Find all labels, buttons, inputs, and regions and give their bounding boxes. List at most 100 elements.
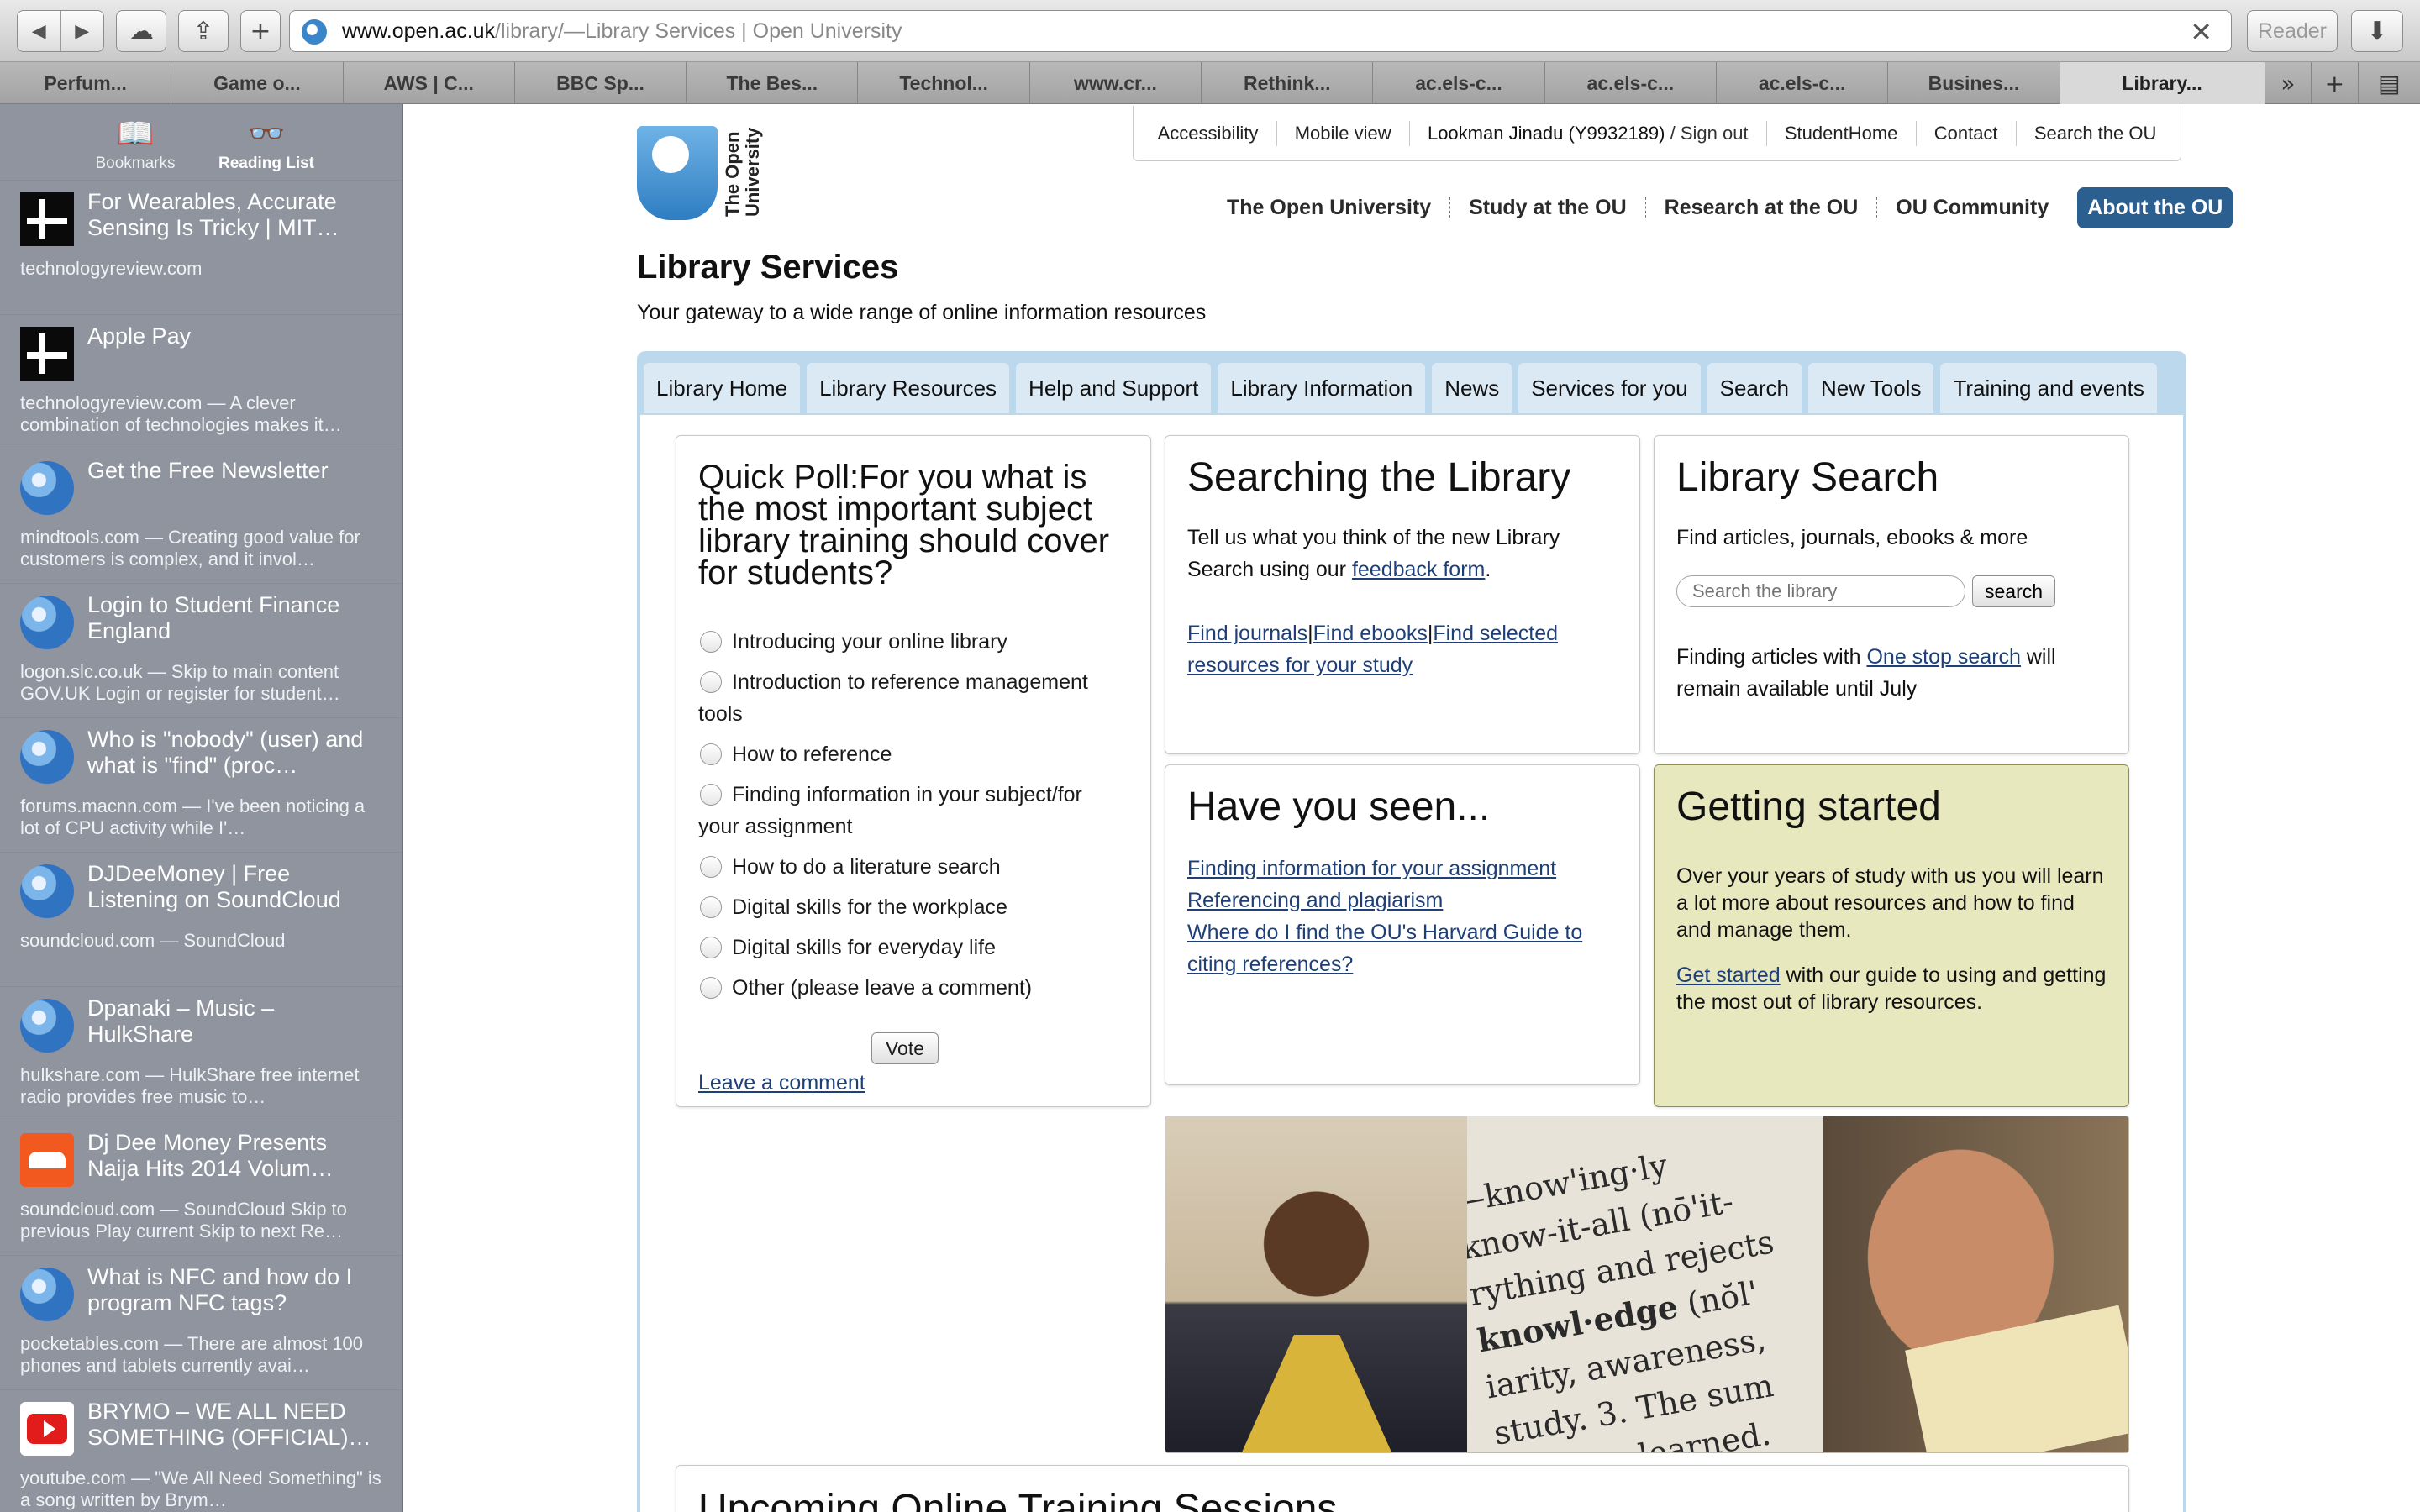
radio-button[interactable] <box>700 896 722 918</box>
forward-icon[interactable]: ▶ <box>60 11 104 51</box>
contact-link[interactable]: Contact <box>1934 123 1998 144</box>
one-stop-search-link[interactable]: One stop search <box>1866 645 2020 669</box>
feedback-form-link[interactable]: feedback form <box>1352 558 1485 581</box>
nav-open-university[interactable]: The Open University <box>1208 196 1449 220</box>
searching-text-after: . <box>1485 558 1491 581</box>
radio-button[interactable] <box>700 977 722 999</box>
icloud-tabs-button[interactable]: ☁ <box>116 10 166 52</box>
browser-tab[interactable]: Game o... <box>171 62 344 104</box>
browser-tab[interactable]: ac.els-c... <box>1545 62 1717 104</box>
reading-list-tab[interactable]: 👓 Reading List <box>216 114 317 180</box>
library-banner-image[interactable]: —know'ing·ly know-it-all (nō'it-rything a… <box>1165 1116 2129 1453</box>
reading-list-item[interactable]: Get the Free Newsletter mindtools.com — … <box>0 449 402 583</box>
tab-services[interactable]: Services for you <box>1518 363 1701 413</box>
library-search-desc: Find articles, journals, ebooks & more <box>1676 526 2028 549</box>
poll-option[interactable]: Finding information in your subject/for … <box>698 779 1128 843</box>
tab-view-icon[interactable]: ▤ <box>2359 62 2420 104</box>
divider <box>1408 120 1410 146</box>
reading-list-title: Login to Student Finance England <box>87 592 340 643</box>
tab-training-events[interactable]: Training and events <box>1940 363 2157 413</box>
find-journals-link[interactable]: Find journals <box>1187 622 1307 645</box>
nav-study[interactable]: Study at the OU <box>1450 196 1645 220</box>
radio-button[interactable] <box>700 743 722 765</box>
reading-list-item[interactable]: Dpanaki – Music – HulkShare hulkshare.co… <box>0 986 402 1121</box>
harvard-guide-link[interactable]: Where do I find the OU's Harvard Guide t… <box>1187 916 1618 980</box>
browser-tab[interactable]: ac.els-c... <box>1717 62 1889 104</box>
get-started-link[interactable]: Get started <box>1676 963 1781 987</box>
reading-list-item[interactable]: DJDeeMoney | Free Listening on SoundClou… <box>0 852 402 986</box>
browser-tab[interactable]: The Bes... <box>687 62 859 104</box>
search-ou-link[interactable]: Search the OU <box>2034 123 2157 144</box>
browser-tab[interactable]: Technol... <box>858 62 1030 104</box>
poll-option[interactable]: How to do a literature search <box>698 851 1128 883</box>
finding-information-link[interactable]: Finding information for your assignment <box>1187 853 1618 885</box>
more-tabs-icon[interactable]: » <box>2265 62 2312 104</box>
library-search-button[interactable]: search <box>1972 575 2056 607</box>
referencing-plagiarism-link[interactable]: Referencing and plagiarism <box>1187 885 1618 916</box>
reading-list-item[interactable]: Who is "nobody" (user) and what is "find… <box>0 717 402 852</box>
leave-comment-link[interactable]: Leave a comment <box>698 1071 865 1095</box>
library-search-input[interactable] <box>1676 575 1965 607</box>
poll-option[interactable]: Introducing your online library <box>698 626 1128 658</box>
radio-button[interactable] <box>700 784 722 806</box>
bookmarks-tab[interactable]: 📖 Bookmarks <box>85 114 186 180</box>
downloads-button[interactable]: ⬇ <box>2351 10 2403 52</box>
vote-button[interactable]: Vote <box>871 1032 939 1064</box>
reading-list-desc: forums.macnn.com — I've been noticing a … <box>20 795 366 838</box>
address-bar[interactable]: www.open.ac.uk/library/ — Library Servic… <box>289 10 2232 52</box>
radio-button[interactable] <box>700 937 722 958</box>
tab-library-resources[interactable]: Library Resources <box>807 363 1010 413</box>
poll-option[interactable]: Other (please leave a comment) <box>698 972 1128 1004</box>
poll-option[interactable]: Introduction to reference management too… <box>698 666 1128 730</box>
have-you-seen-box: Have you seen... Finding information for… <box>1165 764 1640 1085</box>
browser-tab[interactable]: www.cr... <box>1030 62 1202 104</box>
add-tab-icon[interactable]: + <box>2312 62 2359 104</box>
studenthome-link[interactable]: StudentHome <box>1785 123 1898 144</box>
browser-tab[interactable]: Busines... <box>1888 62 2060 104</box>
radio-button[interactable] <box>700 671 722 693</box>
find-ebooks-link[interactable]: Find ebooks <box>1313 622 1428 645</box>
poll-option-label: Introducing your online library <box>732 630 1007 654</box>
ou-logo[interactable]: The Open University <box>637 126 797 225</box>
poll-option-label: Digital skills for everyday life <box>732 936 996 959</box>
tab-new-tools[interactable]: New Tools <box>1808 363 1934 413</box>
nav-community[interactable]: OU Community <box>1877 196 2067 220</box>
tab-help-support[interactable]: Help and Support <box>1016 363 1212 413</box>
nav-research[interactable]: Research at the OU <box>1646 196 1877 220</box>
browser-tab[interactable]: Perfum... <box>0 62 172 104</box>
url-path: /library/ <box>495 18 565 43</box>
reading-list-item[interactable]: What is NFC and how do I program NFC tag… <box>0 1255 402 1389</box>
browser-tab[interactable]: Rethink... <box>1202 62 1374 104</box>
reader-button[interactable]: Reader <box>2247 10 2338 52</box>
stop-load-icon[interactable]: ✕ <box>2190 16 2212 48</box>
sign-out-link[interactable]: / Sign out <box>1665 123 1749 144</box>
accessibility-link[interactable]: Accessibility <box>1158 123 1259 144</box>
reading-list-desc: logon.slc.co.uk — Skip to main content G… <box>20 661 340 704</box>
tab-library-information[interactable]: Library Information <box>1218 363 1426 413</box>
mobile-view-link[interactable]: Mobile view <box>1295 123 1392 144</box>
browser-tab-active[interactable]: Library... <box>2060 62 2265 104</box>
reading-list-item[interactable]: BRYMO – WE ALL NEED SOMETHING (OFFICIAL)… <box>0 1389 402 1512</box>
reading-list-item[interactable]: Dj Dee Money Presents Naija Hits 2014 Vo… <box>0 1121 402 1255</box>
new-tab-button[interactable]: + <box>240 10 281 52</box>
nav-about[interactable]: About the OU <box>2077 186 2233 228</box>
browser-tab[interactable]: BBC Sp... <box>515 62 687 104</box>
share-button[interactable]: ⇪ <box>178 10 229 52</box>
tab-news[interactable]: News <box>1432 363 1512 413</box>
getting-started-guide: Get started with our guide to using and … <box>1676 962 2107 1016</box>
radio-button[interactable] <box>700 856 722 878</box>
browser-tab[interactable]: ac.els-c... <box>1373 62 1545 104</box>
radio-button[interactable] <box>700 631 722 653</box>
reading-list-item[interactable]: Login to Student Finance England logon.s… <box>0 583 402 717</box>
poll-option[interactable]: How to reference <box>698 738 1128 770</box>
dictionary-photo: —know'ing·ly know-it-all (nō'it-rything a… <box>1467 1116 1823 1452</box>
tab-library-home[interactable]: Library Home <box>644 363 801 413</box>
reading-list-item[interactable]: Apple Pay technologyreview.com — A cleve… <box>0 314 402 449</box>
tab-search[interactable]: Search <box>1707 363 1802 413</box>
back-icon[interactable]: ◀ <box>18 11 60 51</box>
download-icon: ⬇ <box>2366 16 2388 46</box>
browser-tab[interactable]: AWS | C... <box>344 62 515 104</box>
reading-list-item[interactable]: For Wearables, Accurate Sensing Is Trick… <box>0 180 402 314</box>
poll-option[interactable]: Digital skills for the workplace <box>698 891 1128 923</box>
poll-option[interactable]: Digital skills for everyday life <box>698 932 1128 963</box>
